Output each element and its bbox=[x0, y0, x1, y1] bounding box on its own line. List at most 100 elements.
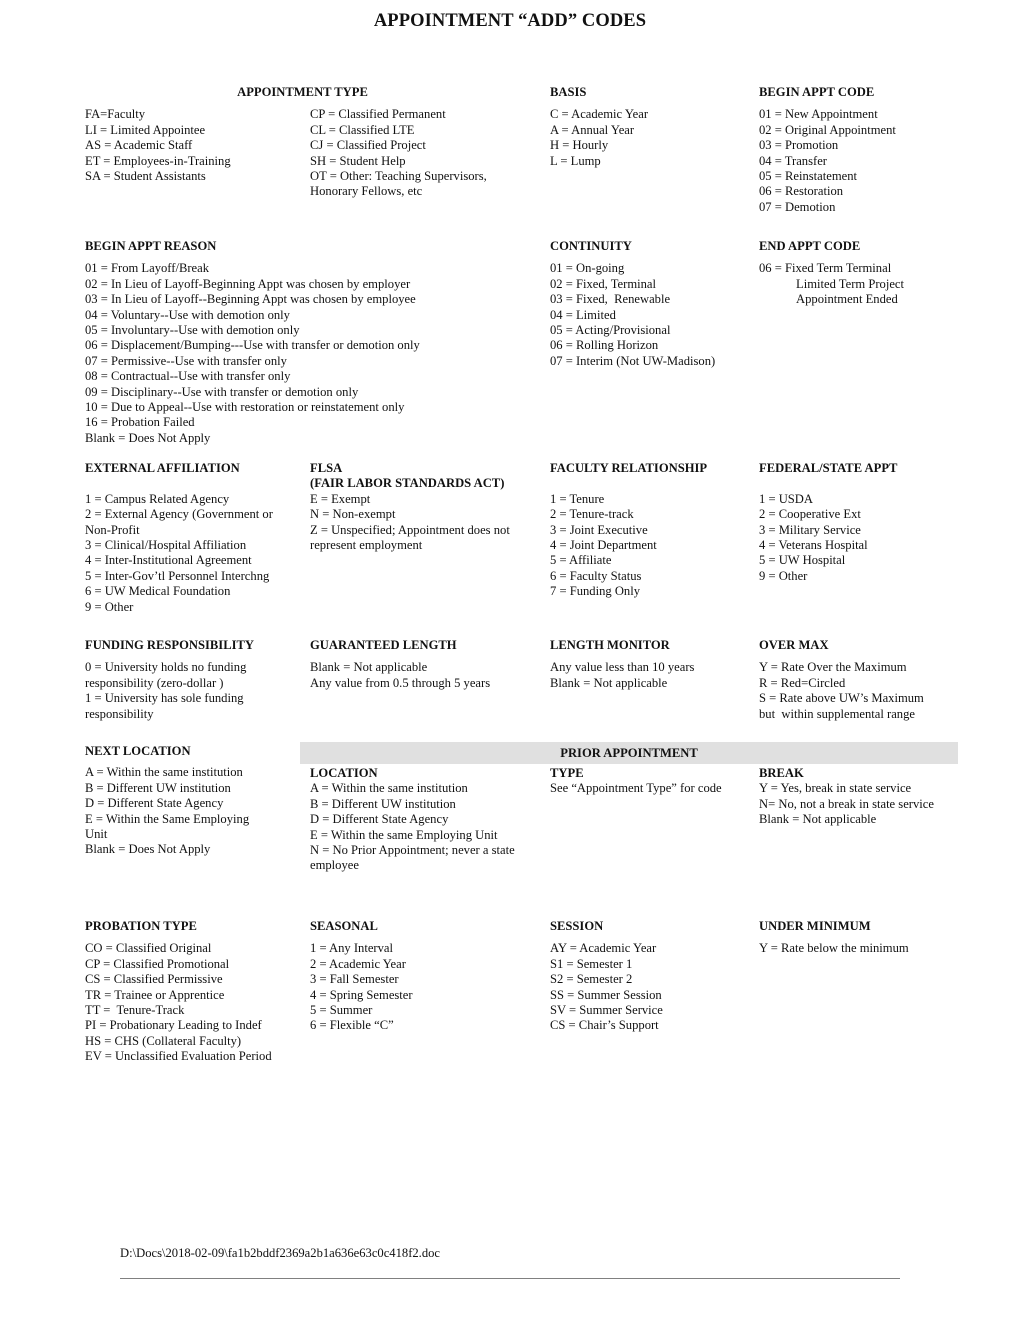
footer-divider bbox=[120, 1278, 900, 1279]
flsa-heading: FLSA bbox=[310, 461, 343, 475]
code-line: Blank = Not applicable bbox=[310, 660, 428, 675]
prior-break-list: Y = Yes, break in state service N= No, no… bbox=[759, 781, 984, 827]
continuity-section: CONTINUITY 01 = On-going 02 = Fixed, Term… bbox=[550, 239, 750, 369]
code-line: 07 = Interim (Not UW-Madison) bbox=[550, 353, 716, 368]
code-line: TR = Trainee or Apprentice bbox=[85, 987, 225, 1002]
code-line: SH = Student Help bbox=[310, 153, 406, 168]
basis-heading: BASIS bbox=[550, 85, 587, 99]
end-appt-code-section: END APPT CODE 06 = Fixed Term Terminal L… bbox=[759, 239, 979, 308]
code-line: 06 = Rolling Horizon bbox=[550, 338, 659, 353]
code-line: CJ = Classified Project bbox=[310, 138, 426, 153]
funding-responsibility-heading: FUNDING RESPONSIBILITY bbox=[85, 638, 255, 652]
code-line: Blank = Does Not Apply bbox=[85, 842, 211, 857]
code-line: S = Rate above UW’s Maximum bbox=[759, 691, 924, 706]
code-line: Honorary Fellows, etc bbox=[310, 184, 423, 199]
probation-type-heading: PROBATION TYPE bbox=[85, 919, 197, 933]
code-line: but within supplemental range bbox=[759, 706, 915, 721]
code-line: AS = Academic Staff bbox=[85, 138, 193, 153]
end-appt-code-continuation: Limited Term Project Appointment Ended bbox=[759, 277, 979, 308]
code-line: 9 = Other bbox=[85, 599, 134, 614]
code-line: responsibility bbox=[85, 706, 154, 721]
code-line: 02 = In Lieu of Layoff-Beginning Appt wa… bbox=[85, 276, 411, 291]
code-line: 4 = Inter-Institutional Agreement bbox=[85, 553, 252, 568]
appointment-type-col2: CP = Classified Permanent CL = Classified… bbox=[310, 107, 540, 199]
appointment-type-heading: APPOINTMENT TYPE bbox=[237, 85, 368, 99]
end-appt-code-heading: END APPT CODE bbox=[759, 239, 861, 253]
prior-location-heading: LOCATION bbox=[310, 766, 378, 780]
code-line: 03 = In Lieu of Layoff--Beginning Appt w… bbox=[85, 292, 416, 307]
code-line: 1 = USDA bbox=[759, 491, 813, 506]
code-line: CS = Chair’s Support bbox=[550, 1018, 659, 1033]
code-line: 3 = Clinical/Hospital Affiliation bbox=[85, 538, 247, 553]
flsa-subheading: (FAIR LABOR STANDARDS ACT) bbox=[310, 476, 505, 491]
begin-appt-code-list: 01 = New Appointment 02 = Original Appoin… bbox=[759, 107, 979, 215]
code-line: 2 = External Agency (Government or bbox=[85, 507, 273, 522]
code-line: 6 = Faculty Status bbox=[550, 568, 642, 583]
code-line: SA = Student Assistants bbox=[85, 169, 206, 184]
over-max-section: OVER MAX Y = Rate Over the Maximum R = Re… bbox=[759, 638, 979, 722]
prior-location-list: A = Within the same institution B = Diffe… bbox=[310, 781, 545, 873]
code-line: D = Different State Agency bbox=[85, 796, 224, 811]
length-monitor-list: Any value less than 10 years Blank = Not … bbox=[550, 660, 750, 691]
code-line: 5 = Inter-Gov’tl Personnel Interchng bbox=[85, 568, 270, 583]
code-line: 02 = Fixed, Terminal bbox=[550, 276, 657, 291]
prior-break-heading: BREAK bbox=[759, 766, 804, 780]
federal-state-appt-section: FEDERAL/STATE APPT 1 = USDA 2 = Cooperati… bbox=[759, 461, 979, 584]
over-max-heading: OVER MAX bbox=[759, 638, 829, 652]
code-line: 1 = Campus Related Agency bbox=[85, 491, 230, 506]
code-line: 5 = Summer bbox=[310, 1003, 373, 1018]
code-line: Any value less than 10 years bbox=[550, 660, 695, 675]
faculty-relationship-heading: FACULTY RELATIONSHIP bbox=[550, 461, 708, 475]
code-line: B = Different UW institution bbox=[85, 780, 231, 795]
code-line: 4 = Veterans Hospital bbox=[759, 538, 868, 553]
under-minimum-section: UNDER MINIMUM Y = Rate below the minimum bbox=[759, 919, 979, 957]
code-line: 3 = Fall Semester bbox=[310, 972, 399, 987]
code-line: PI = Probationary Leading to Indef bbox=[85, 1018, 262, 1033]
code-line: Non-Profit bbox=[85, 522, 140, 537]
probation-type-list: CO = Classified Original CP = Classified … bbox=[85, 941, 305, 1064]
code-line: CO = Classified Original bbox=[85, 941, 212, 956]
probation-type-section: PROBATION TYPE CO = Classified Original C… bbox=[85, 919, 305, 1065]
code-line: represent employment bbox=[310, 538, 423, 553]
federal-state-appt-list: 1 = USDA 2 = Cooperative Ext 3 = Military … bbox=[759, 492, 979, 584]
code-line: N = No Prior Appointment; never a state bbox=[310, 843, 515, 858]
prior-type-heading: TYPE bbox=[550, 766, 584, 780]
code-line: 2 = Academic Year bbox=[310, 956, 406, 971]
code-line: 7 = Funding Only bbox=[550, 584, 641, 599]
code-line: Y = Rate Over the Maximum bbox=[759, 660, 907, 675]
session-list: AY = Academic Year S1 = Semester 1 S2 = Se… bbox=[550, 941, 750, 1033]
code-line: 02 = Original Appointment bbox=[759, 122, 896, 137]
external-affiliation-heading: EXTERNAL AFFILIATION bbox=[85, 461, 240, 475]
code-line: SS = Summer Session bbox=[550, 987, 662, 1002]
code-line: A = Annual Year bbox=[550, 122, 635, 137]
code-line: responsibility (zero-dollar ) bbox=[85, 675, 224, 690]
code-line: 01 = New Appointment bbox=[759, 107, 878, 122]
code-line: 2 = Cooperative Ext bbox=[759, 507, 861, 522]
code-line: 05 = Acting/Provisional bbox=[550, 323, 671, 338]
begin-appt-code-section: BEGIN APPT CODE 01 = New Appointment 02 =… bbox=[759, 85, 979, 215]
code-line: 2 = Tenure-track bbox=[550, 507, 634, 522]
code-line: CS = Classified Permissive bbox=[85, 972, 223, 987]
seasonal-heading: SEASONAL bbox=[310, 919, 378, 933]
code-line: 08 = Contractual--Use with transfer only bbox=[85, 369, 291, 384]
length-monitor-heading: LENGTH MONITOR bbox=[550, 638, 670, 652]
code-line: Z = Unspecified; Appointment does not bbox=[310, 522, 510, 537]
continuity-heading: CONTINUITY bbox=[550, 239, 632, 253]
code-line: EV = Unclassified Evaluation Period bbox=[85, 1049, 272, 1064]
code-line: HS = CHS (Collateral Faculty) bbox=[85, 1033, 242, 1048]
flsa-section: FLSA (FAIR LABOR STANDARDS ACT) E = Exem… bbox=[310, 461, 540, 553]
code-line: 0 = University holds no funding bbox=[85, 660, 247, 675]
appointment-type-col1: FA=Faculty LI = Limited Appointee AS = Aca… bbox=[85, 107, 305, 184]
begin-appt-reason-list: 01 = From Layoff/Break 02 = In Lieu of La… bbox=[85, 261, 540, 446]
code-line: 4 = Spring Semester bbox=[310, 987, 413, 1002]
code-line: Y = Rate below the minimum bbox=[759, 941, 909, 956]
code-line: D = Different State Agency bbox=[310, 812, 449, 827]
flsa-list: E = Exempt N = Non-exempt Z = Unspecified;… bbox=[310, 492, 540, 554]
code-line: N = Non-exempt bbox=[310, 507, 396, 522]
code-line: Y = Yes, break in state service bbox=[759, 781, 912, 796]
code-line: ET = Employees-in-Training bbox=[85, 153, 231, 168]
code-line: See “Appointment Type” for code bbox=[550, 781, 722, 796]
code-line: LI = Limited Appointee bbox=[85, 122, 206, 137]
code-line: 06 = Restoration bbox=[759, 184, 844, 199]
prior-appointment-band: PRIOR APPOINTMENT bbox=[300, 742, 958, 764]
